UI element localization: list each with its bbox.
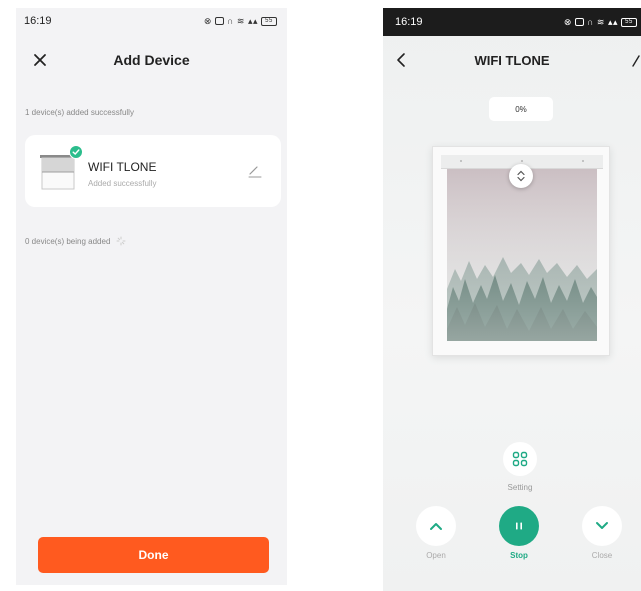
done-button[interactable]: Done	[38, 537, 269, 573]
forest-window-view	[447, 169, 597, 341]
status-time: 16:19	[24, 15, 52, 27]
foggy-forest-image	[447, 169, 597, 341]
signal-icon: ▴▴	[247, 15, 258, 26]
edit-pencil-icon[interactable]	[247, 163, 263, 179]
adding-count-text: 0 device(s) being added	[25, 236, 111, 246]
stop-label: Stop	[510, 551, 528, 560]
battery-icon: 55	[621, 17, 637, 27]
add-device-screen: 16:19 ⊗ ∩ ≋ ▴▴ 55 Add Device 1 device(s)…	[16, 8, 287, 585]
headphones-icon: ∩	[586, 17, 594, 27]
status-time: 16:19	[395, 16, 423, 28]
open-button[interactable]	[416, 506, 456, 546]
close-icon	[34, 54, 46, 66]
loading-spinner-icon	[116, 236, 126, 246]
blind-drag-handle[interactable]	[509, 164, 533, 188]
open-label: Open	[426, 551, 446, 560]
page-header: Add Device	[16, 46, 287, 74]
signal-icon: ▴▴	[607, 16, 618, 27]
status-bar: 16:19 ⊗ ∩ ≋ ▴▴ 55	[383, 8, 641, 36]
adding-count-label: 0 device(s) being added	[25, 236, 126, 246]
page-title: Add Device	[113, 52, 190, 68]
device-card[interactable]: WIFI TLONE Added successfully	[25, 135, 281, 207]
device-name: WIFI TLONE	[88, 160, 157, 174]
status-icons: ⊗ ∩ ≋ ▴▴ 55	[564, 17, 637, 28]
position-percent-display: 0%	[489, 97, 553, 121]
notification-icon	[214, 17, 224, 25]
curtain-preview	[432, 146, 610, 356]
edit-icon[interactable]	[631, 52, 641, 68]
status-bar: 16:19 ⊗ ∩ ≋ ▴▴ 55	[16, 8, 287, 34]
device-title: WIFI TLONE	[474, 52, 550, 68]
page-header: WIFI TLONE	[383, 48, 641, 72]
alarm-icon: ⊗	[203, 15, 212, 26]
up-down-arrows-icon	[517, 170, 525, 182]
battery-icon: 55	[261, 16, 277, 26]
headphones-icon: ∩	[226, 16, 234, 26]
close-curtain-button[interactable]	[582, 506, 622, 546]
added-count-label: 1 device(s) added successfully	[25, 108, 134, 117]
chevron-down-icon	[596, 522, 608, 529]
back-chevron-icon[interactable]	[393, 50, 411, 70]
pause-icon	[516, 522, 522, 530]
grid-settings-icon	[512, 451, 528, 467]
curtain-control-screen: 16:19 ⊗ ∩ ≋ ▴▴ 55 WIFI TLONE 0% Setting …	[383, 8, 641, 591]
wifi-icon: ≋	[236, 15, 245, 26]
device-status: Added successfully	[88, 179, 157, 188]
blind-device-icon	[40, 155, 76, 190]
setting-button[interactable]	[503, 442, 537, 476]
alarm-icon: ⊗	[563, 16, 572, 27]
stop-button[interactable]	[499, 506, 539, 546]
chevron-up-icon	[430, 523, 442, 530]
setting-label: Setting	[507, 483, 533, 492]
close-label: Close	[591, 551, 613, 560]
wifi-icon: ≋	[596, 16, 605, 27]
success-check-icon	[69, 145, 83, 159]
close-button[interactable]	[30, 50, 50, 70]
status-icons: ⊗ ∩ ≋ ▴▴ 55	[204, 16, 277, 27]
notification-icon	[574, 18, 584, 26]
